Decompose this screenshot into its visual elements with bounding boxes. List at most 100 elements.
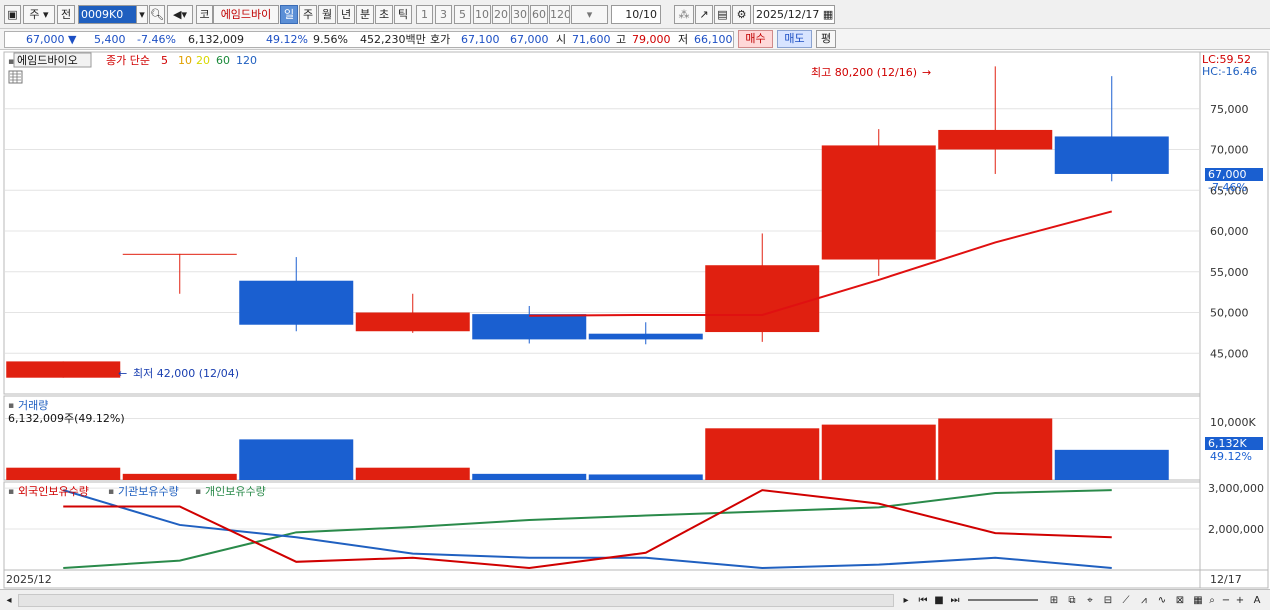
magnifier-icon[interactable]: ⌕ bbox=[1206, 593, 1218, 608]
sound-icon[interactable]: ◀▾ bbox=[167, 5, 193, 24]
date-value: 2025/12/17 bbox=[756, 8, 820, 21]
holding-legend-2[interactable]: 개인보유수량 bbox=[205, 485, 266, 498]
period-tab-0[interactable]: 일 bbox=[280, 5, 298, 24]
holding-legend: ▪ 외국인보유수량 ▪ 기관보유수량 ▪ 개인보유수량 bbox=[8, 485, 266, 498]
period-tab-2[interactable]: 월 bbox=[318, 5, 336, 24]
price-info-bar: 67,000 ▼ 5,400 -7.46% 6,132,009 49.12% 9… bbox=[0, 29, 1270, 50]
minus-icon[interactable]: − bbox=[1220, 593, 1232, 608]
candle-body-2 bbox=[239, 280, 354, 325]
hc-label: HC:-16.46 bbox=[1202, 65, 1257, 78]
stock-chart[interactable]: 75,00070,00065,00060,00055,00050,00045,0… bbox=[0, 50, 1270, 590]
chart-settings-icon[interactable]: ▦ bbox=[1190, 593, 1206, 608]
x-axis-end-label: 12/17 bbox=[1210, 573, 1242, 586]
stock-name-field[interactable]: 에임드바이 bbox=[213, 5, 279, 24]
price-axis-tick-0: 75,000 bbox=[1210, 103, 1249, 116]
period-tab-6[interactable]: 틱 bbox=[394, 5, 412, 24]
price-panel-title[interactable]: 에임드바이오 bbox=[17, 54, 78, 67]
high-price: 79,000 bbox=[632, 33, 671, 46]
font-size-icon[interactable]: A bbox=[1250, 593, 1264, 608]
search-icon[interactable]: 🔍︎ bbox=[149, 5, 165, 24]
market-select-label: 주 bbox=[29, 8, 40, 21]
calendar-icon[interactable]: ▦ bbox=[823, 8, 833, 21]
down-arrow-icon: ▼ bbox=[68, 33, 77, 46]
ma-period-60[interactable]: 60 bbox=[216, 54, 230, 67]
holding-legend-marker-1: ▪ bbox=[108, 487, 114, 497]
volume-bar-7 bbox=[821, 424, 936, 480]
period-tab-1[interactable]: 주 bbox=[299, 5, 317, 24]
chart-type-icon[interactable]: ⁂ bbox=[674, 5, 694, 24]
sell-button[interactable]: 매도 bbox=[777, 30, 812, 48]
pattern-icon[interactable]: ⊠ bbox=[1172, 593, 1188, 608]
interval-button-3[interactable]: 10 bbox=[473, 5, 491, 24]
chart-line-icon[interactable]: ⟋ bbox=[1118, 593, 1134, 608]
average-button[interactable]: 평 bbox=[816, 30, 836, 48]
zoom-out-chart-icon[interactable]: ⊟ bbox=[1100, 593, 1116, 608]
interval-button-7[interactable]: 120 bbox=[549, 5, 570, 24]
crosshair-icon[interactable]: ⌖ bbox=[1082, 593, 1098, 608]
interval-button-4[interactable]: 20 bbox=[492, 5, 510, 24]
holding-legend-0[interactable]: 외국인보유수량 bbox=[18, 485, 89, 498]
scroll-track[interactable] bbox=[18, 594, 894, 607]
ma-period-5[interactable]: 5 bbox=[161, 54, 168, 67]
price-axis-tick-4: 55,000 bbox=[1210, 266, 1249, 279]
ma-period-20[interactable]: 20 bbox=[196, 54, 210, 67]
interval-dropdown[interactable]: ▾ bbox=[571, 5, 608, 24]
interval-button-5[interactable]: 30 bbox=[511, 5, 529, 24]
volume-bar-0 bbox=[6, 467, 121, 480]
stock-code-input[interactable]: 0009K0 bbox=[78, 5, 138, 24]
stop-icon[interactable]: ■ bbox=[932, 593, 946, 608]
last-price-tag-text: 67,000 bbox=[1208, 168, 1247, 181]
price-change: 5,400 bbox=[94, 33, 126, 46]
interval-button-0[interactable]: 1 bbox=[416, 5, 433, 24]
copy-icon[interactable]: ⧉ bbox=[1064, 593, 1080, 608]
panel-marker-icon: ▪ bbox=[8, 57, 14, 67]
holding-legend-1[interactable]: 기관보유수량 bbox=[118, 485, 179, 498]
zoom-slider[interactable] bbox=[968, 599, 1038, 601]
buy-button[interactable]: 매수 bbox=[738, 30, 773, 48]
draw-tool-icon[interactable]: ↗ bbox=[695, 5, 713, 24]
code-dropdown-icon[interactable]: ▾ bbox=[136, 5, 148, 24]
chart-area[interactable]: 75,000 70,000 65,000 60,000 55,000 50,000 45,0… bbox=[0, 50, 1270, 610]
candle-body-9 bbox=[1054, 136, 1169, 174]
max-arrow-icon: → bbox=[922, 66, 931, 79]
rewind-icon[interactable]: ⏮ bbox=[916, 593, 930, 608]
trend-icon[interactable]: ⩘ bbox=[1136, 593, 1152, 608]
period-tab-5[interactable]: 초 bbox=[375, 5, 393, 24]
market-select[interactable]: 주 ▾ bbox=[23, 5, 55, 24]
last-volume-pct: 49.12% bbox=[1210, 450, 1252, 463]
kospi-button[interactable]: 코 bbox=[196, 5, 213, 24]
count-input[interactable]: 10/10 bbox=[611, 5, 661, 24]
volume-bar-6 bbox=[705, 428, 820, 480]
prev-button[interactable]: 전 bbox=[57, 5, 75, 24]
current-price: 67,000 ▼ bbox=[26, 32, 76, 47]
bid-price-1: 67,100 bbox=[461, 33, 500, 46]
period-tab-4[interactable]: 분 bbox=[356, 5, 374, 24]
save-icon[interactable]: ▤ bbox=[714, 5, 731, 24]
scroll-left-icon[interactable]: ◂ bbox=[3, 593, 15, 608]
window-icon[interactable]: ▣ bbox=[4, 5, 21, 24]
volume-panel-value: 6,132,009주(49.12%) bbox=[8, 412, 125, 425]
current-price-value: 67,000 bbox=[26, 33, 65, 46]
ma-period-10[interactable]: 10 bbox=[178, 54, 192, 67]
candle-body-3 bbox=[355, 312, 470, 332]
interval-button-2[interactable]: 5 bbox=[454, 5, 471, 24]
interval-button-6[interactable]: 60 bbox=[530, 5, 548, 24]
scroll-right-icon[interactable]: ▸ bbox=[900, 593, 912, 608]
wave-icon[interactable]: ∿ bbox=[1154, 593, 1170, 608]
volume-bar-8 bbox=[938, 418, 1053, 480]
horizontal-scrollbar[interactable]: ◂ ▸ ⏮ ■ ⏭ ⊞ ⧉ ⌖ ⊟ ⟋ ⩘ ∿ ⊠ ▦ ⌕ − + A bbox=[0, 589, 1270, 610]
interval-button-1[interactable]: 3 bbox=[435, 5, 452, 24]
volume-panel-title[interactable]: 거래량 bbox=[18, 399, 48, 412]
bid-price-2: 67,000 bbox=[510, 33, 549, 46]
max-annotation: 최고 80,200 (12/16) bbox=[811, 66, 917, 79]
ma-label[interactable]: 종가 단순 bbox=[106, 54, 150, 67]
candle-body-0 bbox=[6, 361, 121, 378]
forward-icon[interactable]: ⏭ bbox=[948, 593, 962, 608]
gear-icon[interactable]: ⚙ bbox=[732, 5, 751, 24]
layout-icon[interactable]: ⊞ bbox=[1046, 593, 1062, 608]
volume-bar-2 bbox=[239, 439, 354, 480]
date-input[interactable]: 2025/12/17 ▦ bbox=[753, 5, 835, 24]
period-tab-3[interactable]: 년 bbox=[337, 5, 355, 24]
plus-icon[interactable]: + bbox=[1234, 593, 1246, 608]
ma-period-120[interactable]: 120 bbox=[236, 54, 257, 67]
